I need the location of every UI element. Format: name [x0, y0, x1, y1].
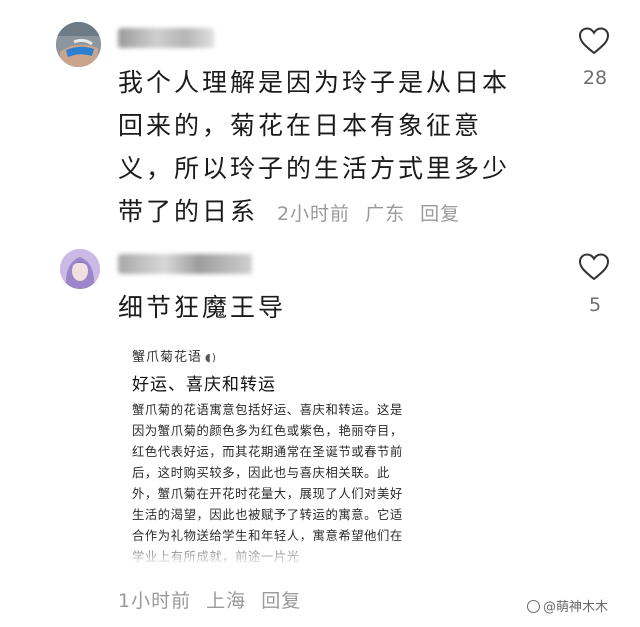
avatar[interactable] [56, 22, 101, 67]
like-count: 5 [588, 294, 602, 316]
reply-button[interactable]: 回复 [420, 203, 460, 225]
comment-image-attachment[interactable]: 蟹爪菊花语 ◖) 好运、喜庆和转运 蟹爪菊的花语寓意包括好运、喜庆和转运。这是因为… [116, 342, 416, 567]
comment-meta: 1小时前 上海 回复 [118, 586, 309, 613]
user-avatar-icon [56, 22, 101, 67]
avatar[interactable] [60, 249, 100, 289]
like-button[interactable] [578, 26, 610, 56]
reply-button[interactable]: 回复 [261, 590, 301, 612]
comment-time: 2小时前 [276, 203, 351, 225]
speaker-icon: ◖) [205, 351, 218, 364]
heart-outline-icon [578, 253, 610, 281]
comment-location: 上海 [206, 590, 247, 612]
comment-text: 我个人理解是因为玲子是从日本回来的，菊花在日本有象征意义，所以玲子的生活方式里多… [118, 68, 511, 226]
comment-text: 细节狂魔王导 [118, 293, 287, 322]
attachment-fade [116, 537, 416, 567]
watermark-logo-icon [527, 600, 540, 613]
username[interactable] [118, 28, 214, 48]
heart-outline-icon [578, 27, 610, 55]
comment-time: 1小时前 [118, 590, 192, 612]
like-button[interactable] [578, 252, 610, 282]
user-avatar-icon [60, 249, 100, 289]
attachment-source: 蟹爪菊花语 ◖) [132, 350, 218, 365]
username[interactable] [118, 254, 252, 274]
comment-location: 广东 [365, 203, 406, 225]
watermark: @萌神木木 [527, 596, 608, 615]
comment-meta: 2小时前 广东 回复 [269, 203, 460, 225]
like-count: 28 [582, 67, 608, 89]
attachment-title: 好运、喜庆和转运 [132, 375, 276, 395]
